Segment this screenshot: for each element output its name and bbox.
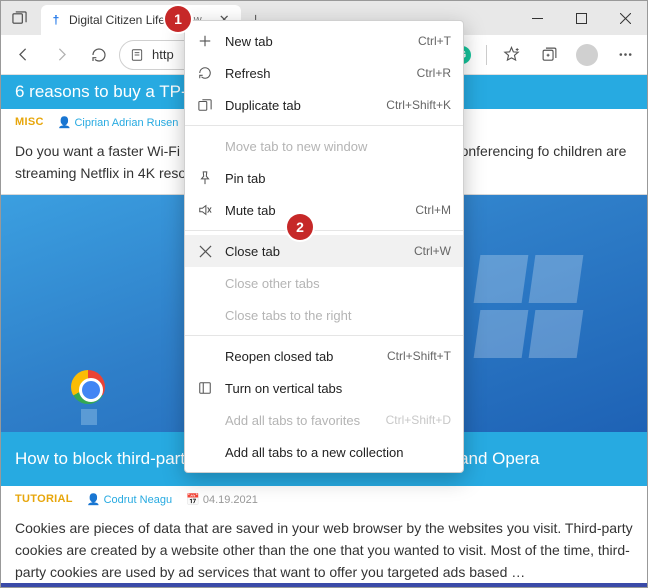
annotation-callout-1: 1 (165, 6, 191, 32)
menu-item-add-all-tabs-to-a-new-collection[interactable]: Add all tabs to a new collection (185, 436, 463, 468)
desktop-file-icon (81, 409, 97, 425)
menu-item-label: Add all tabs to favorites (225, 413, 374, 428)
chrome-desktop-icon (71, 370, 105, 404)
menu-item-label: Refresh (225, 66, 405, 81)
menu-separator (185, 230, 463, 231)
menu-item-shortcut: Ctrl+R (417, 66, 451, 80)
menu-item-label: Move tab to new window (225, 139, 451, 154)
menu-item-label: Close tab (225, 244, 402, 259)
menu-item-shortcut: Ctrl+T (418, 34, 451, 48)
menu-item-close-tab[interactable]: Close tab Ctrl+W (185, 235, 463, 267)
window-close-button[interactable] (603, 1, 647, 35)
back-button[interactable] (5, 38, 41, 72)
plus-icon (197, 33, 213, 49)
not-secure-icon (130, 48, 144, 62)
article1-category[interactable]: MISC (15, 116, 44, 128)
menu-item-label: New tab (225, 34, 406, 49)
article2-date: 📅 04.19.2021 (186, 493, 258, 506)
close-icon (197, 243, 213, 259)
menu-item-shortcut: Ctrl+M (415, 203, 451, 217)
article2-category[interactable]: TUTORIAL (15, 493, 73, 505)
profile-button[interactable] (569, 38, 605, 72)
annotation-callout-2: 2 (287, 214, 313, 240)
menu-item-shortcut: Ctrl+Shift+T (387, 349, 451, 363)
avatar-icon (576, 44, 598, 66)
refresh-icon (197, 65, 213, 81)
menu-item-label: Mute tab (225, 203, 403, 218)
menu-item-add-all-tabs-to-favorites: Add all tabs to favorites Ctrl+Shift+D (185, 404, 463, 436)
menu-separator (185, 335, 463, 336)
menu-item-refresh[interactable]: Refresh Ctrl+R (185, 57, 463, 89)
favorites-button[interactable] (493, 38, 529, 72)
menu-item-turn-on-vertical-tabs[interactable]: Turn on vertical tabs (185, 372, 463, 404)
menu-item-pin-tab[interactable]: Pin tab (185, 162, 463, 194)
menu-item-reopen-closed-tab[interactable]: Reopen closed tab Ctrl+Shift+T (185, 340, 463, 372)
menu-item-label: Turn on vertical tabs (225, 381, 451, 396)
forward-button[interactable] (43, 38, 79, 72)
article1-author[interactable]: 👤 Ciprian Adrian Rusen (58, 116, 179, 129)
tab-actions-button[interactable] (1, 1, 37, 35)
menu-separator (185, 125, 463, 126)
window-minimize-button[interactable] (515, 1, 559, 35)
menu-item-label: Add all tabs to a new collection (225, 445, 451, 460)
menu-item-close-tabs-to-the-right: Close tabs to the right (185, 299, 463, 331)
menu-item-shortcut: Ctrl+W (414, 244, 451, 258)
refresh-button[interactable] (81, 38, 117, 72)
window-maximize-button[interactable] (559, 1, 603, 35)
vertical-icon (197, 380, 213, 396)
menu-item-label: Close other tabs (225, 276, 451, 291)
article2-body: Cookies are pieces of data that are save… (1, 512, 647, 587)
collections-button[interactable] (531, 38, 567, 72)
pin-icon (197, 170, 213, 186)
article2-meta: TUTORIAL 👤 Codrut Neagu 📅 04.19.2021 (1, 486, 647, 512)
duplicate-icon (197, 97, 213, 113)
tab-context-menu: New tab Ctrl+T Refresh Ctrl+R Duplicate tab C… (184, 20, 464, 473)
menu-item-close-other-tabs: Close other tabs (185, 267, 463, 299)
menu-item-label: Duplicate tab (225, 98, 374, 113)
menu-item-label: Pin tab (225, 171, 451, 186)
menu-item-new-tab[interactable]: New tab Ctrl+T (185, 25, 463, 57)
menu-item-mute-tab[interactable]: Mute tab Ctrl+M (185, 194, 463, 226)
menu-item-shortcut: Ctrl+Shift+D (386, 413, 451, 427)
mute-icon (197, 202, 213, 218)
article2-author[interactable]: 👤 Codrut Neagu (87, 493, 172, 506)
bottom-accent-bar (1, 583, 647, 587)
menu-item-label: Reopen closed tab (225, 349, 375, 364)
browser-window: † Digital Citizen Life in a w… ✕ ＋ http … (0, 0, 648, 588)
menu-item-move-tab-to-new-window: Move tab to new window (185, 130, 463, 162)
toolbar-separator (486, 45, 487, 65)
tab-favicon-icon: † (49, 13, 63, 27)
menu-item-label: Close tabs to the right (225, 308, 451, 323)
menu-button[interactable] (607, 38, 643, 72)
menu-item-duplicate-tab[interactable]: Duplicate tab Ctrl+Shift+K (185, 89, 463, 121)
menu-item-shortcut: Ctrl+Shift+K (386, 98, 451, 112)
windows-logo-icon (477, 255, 587, 365)
